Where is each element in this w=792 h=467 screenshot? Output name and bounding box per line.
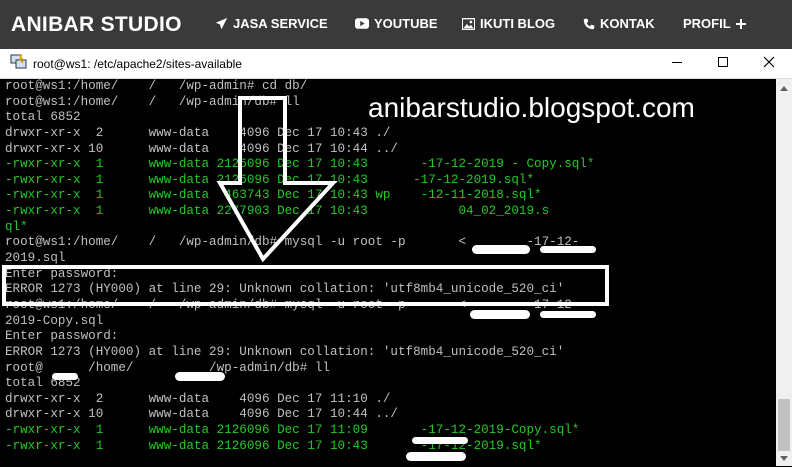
site-brand[interactable]: ANIBAR STUDIO	[0, 13, 211, 37]
terminal-line: root@ws1:/home/ / /wp-admin/db# mysql -u…	[5, 235, 580, 250]
terminal-line: Enter password:	[5, 329, 119, 344]
nav-item-ikuti-blog[interactable]: IKUTI BLOG	[462, 16, 555, 31]
annotation-arrow	[216, 96, 338, 263]
nav-item-jasa-service[interactable]: JASA SERVICE	[215, 16, 328, 31]
vertical-scrollbar[interactable]	[776, 79, 792, 466]
chevron-up-icon	[780, 78, 788, 96]
terminal-line: -rwxr-xr-x 1 www-data 463743 Dec 17 10:4…	[5, 188, 542, 203]
terminal-line: ql*	[5, 219, 28, 234]
redaction-mark	[175, 372, 225, 381]
redaction-mark	[470, 310, 530, 319]
nav-item-label: YOUTUBE	[374, 16, 438, 31]
maximize-button[interactable]	[700, 49, 746, 78]
youtube-icon	[355, 18, 369, 29]
terminal-line: root@ /home/ /wp-admin/db# ll	[5, 360, 330, 375]
terminal-line: -rwxr-xr-x 1 www-data 2126096 Dec 17 10:…	[5, 438, 542, 453]
terminal-line: -rwxr-xr-x 1 www-data 2277903 Dec 17 10:…	[5, 204, 550, 219]
minimize-button[interactable]	[654, 49, 700, 78]
redaction-mark	[406, 452, 466, 461]
nav-item-label: IKUTI BLOG	[480, 16, 556, 31]
plus-icon	[735, 18, 746, 29]
terminal-line: total 6852	[5, 376, 81, 391]
image-icon	[462, 17, 475, 30]
putty-icon	[10, 52, 28, 75]
redaction-mark	[540, 246, 596, 253]
maximize-icon	[717, 55, 729, 73]
scroll-down-arrow[interactable]	[776, 450, 792, 466]
nav-item-youtube[interactable]: YOUTUBE	[355, 16, 438, 31]
close-icon	[763, 55, 775, 73]
chevron-down-icon	[780, 449, 788, 467]
nav-item-label: PROFIL	[683, 16, 731, 31]
paper-plane-icon	[215, 17, 228, 30]
window-title: root@ws1: /etc/apache2/sites-available	[33, 56, 242, 71]
nav-item-kontak[interactable]: KONTAK	[583, 16, 655, 31]
nav-item-label: KONTAK	[600, 16, 655, 31]
nav-item-label: JASA SERVICE	[233, 16, 328, 31]
terminal-line: 2019-Copy.sql	[5, 313, 104, 328]
terminal-line: drwxr-xr-x 2 www-data 4096 Dec 17 11:10 …	[5, 391, 391, 406]
blog-watermark: anibarstudio.blogspot.com	[368, 92, 695, 123]
terminal-line: drwxr-xr-x 10 www-data 4096 Dec 17 10:44…	[5, 407, 398, 422]
redaction-mark	[540, 311, 596, 318]
terminal-line: -rwxr-xr-x 1 www-data 2126096 Dec 17 10:…	[5, 157, 595, 172]
close-button[interactable]	[746, 49, 792, 78]
redaction-mark	[52, 373, 78, 380]
phone-icon	[583, 18, 595, 30]
scroll-up-arrow[interactable]	[776, 79, 792, 95]
terminal-line: -rwxr-xr-x 1 www-data 2126096 Dec 17 11:…	[5, 423, 580, 438]
error-highlight-box	[2, 265, 609, 306]
window-titlebar[interactable]: root@ws1: /etc/apache2/sites-available	[0, 49, 792, 79]
redaction-mark	[472, 245, 530, 254]
terminal-line: ERROR 1273 (HY000) at line 29: Unknown c…	[5, 344, 565, 359]
terminal-line: -rwxr-xr-x 1 www-data 2126096 Dec 17 10:…	[5, 172, 535, 187]
minimize-icon	[671, 55, 683, 73]
redaction-mark	[412, 437, 468, 444]
nav-item-profil[interactable]: PROFIL	[683, 16, 746, 31]
terminal-line: drwxr-xr-x 2 www-data 4096 Dec 17 10:43 …	[5, 125, 391, 140]
terminal-line: drwxr-xr-x 10 www-data 4096 Dec 17 10:44…	[5, 141, 398, 156]
scrollbar-thumb[interactable]	[778, 399, 790, 451]
top-navigation-bar: ANIBAR STUDIO JASA SERVICE YOUTUBE IKUTI…	[0, 0, 792, 49]
